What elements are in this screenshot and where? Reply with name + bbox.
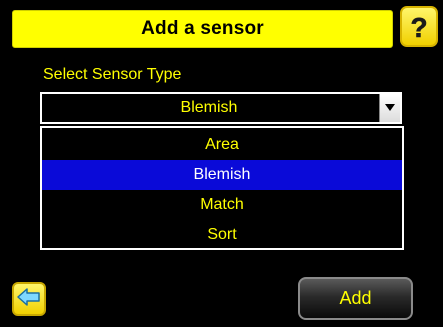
help-glyph: ? [410, 12, 427, 42]
dropdown-toggle[interactable] [379, 94, 400, 122]
sensor-type-label: Select Sensor Type [43, 66, 182, 83]
dropdown-item-area[interactable]: Area [42, 130, 402, 160]
dropdown-item-sort[interactable]: Sort [42, 220, 402, 250]
sensor-setup-screen: Add a sensor ? Select Sensor Type Blemis… [0, 0, 443, 327]
chevron-down-icon [385, 99, 395, 117]
back-arrow-icon [17, 287, 41, 311]
help-icon: ? [406, 12, 432, 42]
add-button-label: Add [339, 288, 372, 308]
dropdown-item-match[interactable]: Match [42, 190, 402, 220]
page-title: Add a sensor [141, 18, 264, 39]
dropdown-item-blemish[interactable]: Blemish [42, 160, 402, 190]
back-button[interactable] [12, 282, 46, 316]
sensor-type-dropdown-list: Area Blemish Match Sort [40, 126, 404, 250]
sensor-type-selected-value: Blemish [180, 99, 238, 116]
title-bar: Add a sensor [12, 10, 393, 48]
add-button[interactable]: Add [298, 277, 413, 320]
sensor-type-select[interactable]: Blemish [40, 92, 402, 124]
help-button[interactable]: ? [400, 6, 438, 47]
